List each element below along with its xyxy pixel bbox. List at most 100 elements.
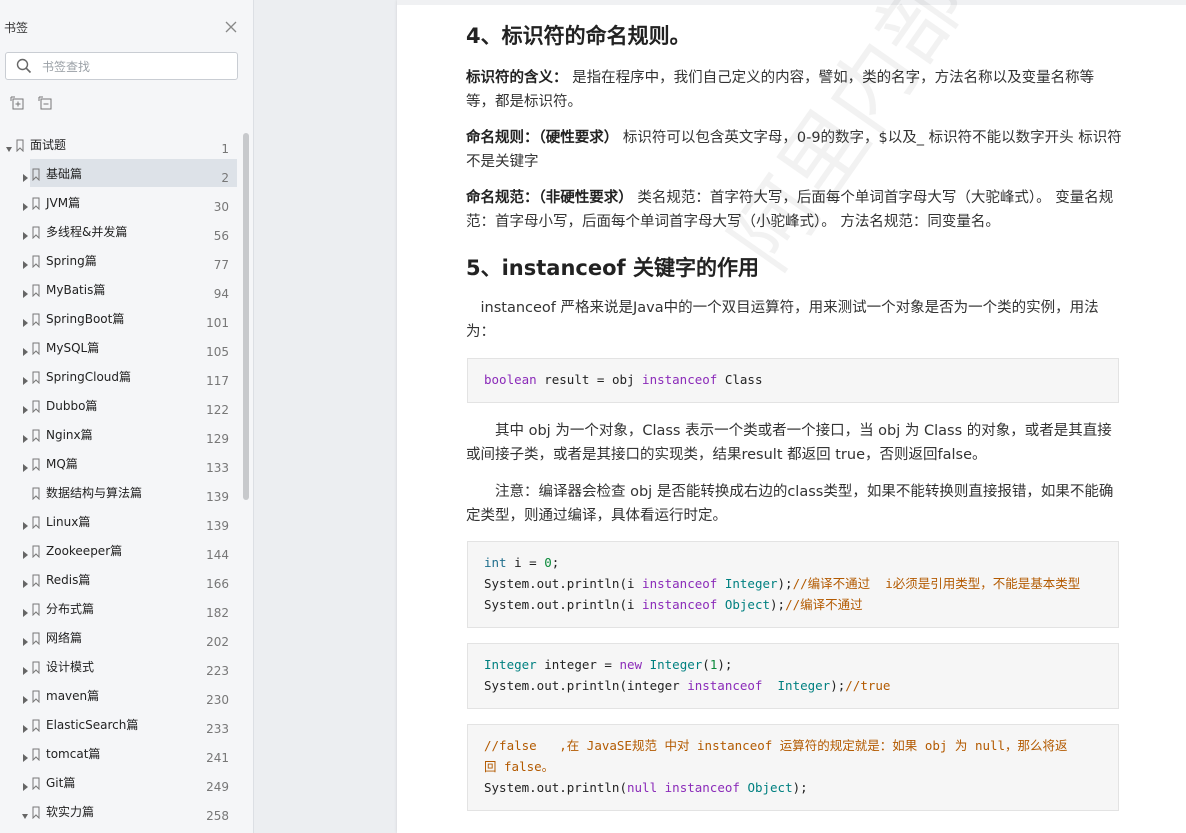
bookmark-item[interactable]: Git篇 249: [0, 768, 240, 796]
bookmark-item[interactable]: 网络篇 202: [0, 623, 240, 651]
bookmark-page-number: 94: [213, 287, 229, 301]
bookmark-label: 数据结构与算法篇: [46, 486, 143, 500]
bookmark-item[interactable]: SpringCloud篇 117: [0, 362, 240, 390]
caret-right-icon[interactable]: [21, 777, 29, 791]
caret-right-icon[interactable]: [21, 690, 29, 704]
caret-right-icon[interactable]: [21, 603, 29, 617]
scrollbar-thumb[interactable]: [243, 133, 249, 500]
caret-right-icon[interactable]: [21, 458, 29, 472]
bookmark-item[interactable]: Spring篇 77: [0, 246, 240, 274]
caret-down-icon[interactable]: [21, 806, 29, 819]
bookmark-search[interactable]: [5, 52, 238, 80]
search-icon: [16, 58, 32, 78]
bookmark-item[interactable]: MQ篇 133: [0, 449, 240, 477]
bookmark-label: 基础篇: [46, 167, 83, 181]
bookmark-label: 网络篇: [46, 631, 83, 645]
bookmark-page-number: 230: [206, 693, 229, 707]
bookmark-item[interactable]: MySQL篇 105: [0, 333, 240, 361]
bookmark-icon: [32, 311, 40, 327]
bookmark-icon: [32, 717, 40, 733]
bookmark-item[interactable]: Nginx篇 129: [0, 420, 240, 448]
expand-all-icon[interactable]: [10, 96, 26, 112]
bookmark-item[interactable]: Linux篇 139: [0, 507, 240, 535]
bookmark-icon: [32, 630, 40, 646]
paragraph-instanceof-intro: instanceof 严格来说是Java中的一个双目运算符，用来测试一个对象是否…: [466, 300, 1099, 340]
bookmark-label: maven篇: [46, 689, 100, 703]
caret-right-icon[interactable]: [21, 255, 29, 269]
collapse-all-icon[interactable]: [38, 96, 54, 112]
code-token: System.out.println(i: [484, 597, 643, 612]
bookmark-label: Linux篇: [46, 515, 91, 529]
code-token: Integer: [484, 657, 537, 672]
bookmark-item[interactable]: Dubbo篇 122: [0, 391, 240, 419]
caret-right-icon[interactable]: [21, 400, 29, 414]
bookmark-icon: [32, 746, 40, 762]
bookmark-item[interactable]: Redis篇 166: [0, 565, 240, 593]
code-token: System.out.println(: [484, 780, 627, 795]
bookmark-icon: [32, 659, 40, 675]
bookmark-item[interactable]: 多线程&并发篇 56: [0, 217, 240, 245]
bookmark-item[interactable]: 设计模式 223: [0, 652, 240, 680]
code-token: result = obj: [536, 372, 643, 387]
bookmark-label: 面试题: [30, 138, 67, 152]
code-token: boolean: [484, 372, 537, 387]
section-heading-5: 5、instanceof 关键字的作用: [466, 256, 759, 280]
bookmark-search-input[interactable]: [40, 57, 234, 77]
bookmark-icon: [32, 282, 40, 298]
caret-right-icon[interactable]: [21, 632, 29, 646]
bookmark-icon: [32, 804, 40, 820]
bookmark-item[interactable]: ElasticSearch篇 233: [0, 710, 240, 738]
caret-right-icon[interactable]: [21, 545, 29, 559]
code-token: );: [777, 576, 793, 591]
bookmark-page-number: 133: [206, 461, 229, 475]
code-token: System.out.println(integer: [484, 678, 688, 693]
caret-right-icon[interactable]: [21, 516, 29, 530]
bookmark-page-number: 202: [206, 635, 229, 649]
bookmark-item[interactable]: tomcat篇 241: [0, 739, 240, 767]
bookmark-item[interactable]: MyBatis篇 94: [0, 275, 240, 303]
bookmark-label: Zookeeper篇: [46, 544, 123, 558]
bookmark-item[interactable]: SpringBoot篇 101: [0, 304, 240, 332]
caret-right-icon[interactable]: [21, 748, 29, 762]
page-gap: [397, 0, 1186, 5]
code-comment: //编译不通过 i必须是引用类型，不能是基本类型: [792, 576, 1081, 591]
caret-right-icon[interactable]: [21, 226, 29, 240]
bookmark-icon: [32, 224, 40, 240]
bookmark-page-number: 241: [206, 751, 229, 765]
bookmark-item[interactable]: 软实力篇 258: [0, 797, 240, 825]
code-token: integer =: [536, 657, 620, 672]
bookmark-item[interactable]: 数据结构与算法篇 139: [0, 478, 240, 506]
caret-right-icon[interactable]: [21, 284, 29, 298]
caret-right-icon[interactable]: [21, 429, 29, 443]
bookmark-item[interactable]: JVM篇 30: [0, 188, 240, 216]
caret-right-icon[interactable]: [21, 342, 29, 356]
bookmark-page-number: 139: [206, 490, 229, 504]
bookmark-item[interactable]: maven篇 230: [0, 681, 240, 709]
bookmark-page-number: 166: [206, 577, 229, 591]
caret-right-icon[interactable]: [21, 371, 29, 385]
bookmark-label: 多线程&并发篇: [46, 225, 128, 239]
bookmark-item[interactable]: 基础篇 2: [0, 159, 240, 187]
caret-right-icon[interactable]: [21, 574, 29, 588]
bookmark-item[interactable]: 分布式篇 182: [0, 594, 240, 622]
caret-right-icon[interactable]: [21, 719, 29, 733]
close-icon[interactable]: [221, 17, 241, 37]
caret-right-icon[interactable]: [21, 197, 29, 211]
caret-right-icon[interactable]: [21, 313, 29, 327]
bookmark-icon: [32, 514, 40, 530]
caret-down-icon[interactable]: [5, 139, 13, 152]
code-token: instanceof: [664, 780, 740, 795]
bookmark-page-number: 129: [206, 432, 229, 446]
bookmark-label: Git篇: [46, 776, 76, 790]
caret-right-icon[interactable]: [21, 168, 29, 182]
paragraph-bold: 命名规则：（硬性要求）: [466, 130, 619, 146]
caret-right-icon[interactable]: [21, 661, 29, 675]
bookmark-page-number: 122: [206, 403, 229, 417]
bookmark-item[interactable]: Zookeeper篇 144: [0, 536, 240, 564]
bookmark-icon: [32, 543, 40, 559]
code-token: );: [792, 780, 808, 795]
bookmark-item[interactable]: 面试题 1: [0, 130, 240, 158]
sidebar-title: 书签: [4, 21, 29, 35]
bookmark-label: SpringCloud篇: [46, 370, 132, 384]
